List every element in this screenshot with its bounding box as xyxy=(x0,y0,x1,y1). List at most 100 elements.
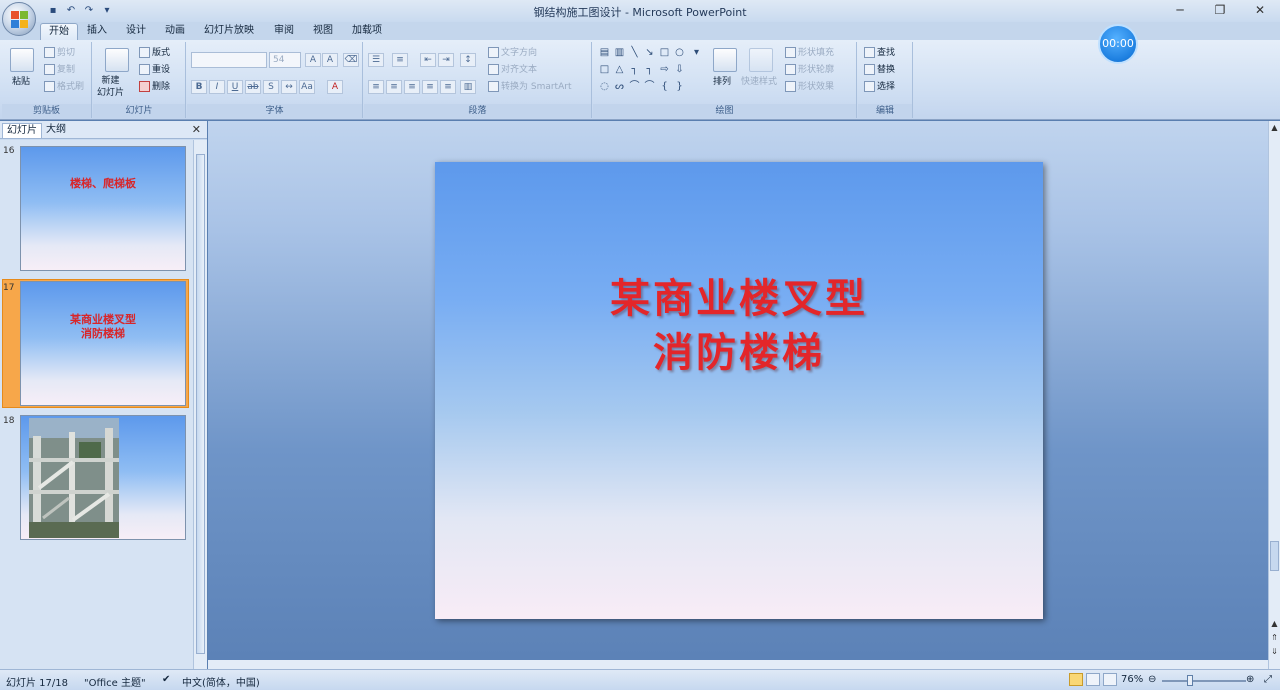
tab-design[interactable]: 设计 xyxy=(118,23,154,40)
slide-sorter-view-icon[interactable] xyxy=(1086,673,1100,686)
brace-left-shape-icon[interactable]: { xyxy=(659,82,670,92)
scroll-up-icon[interactable]: ▲ xyxy=(1270,619,1279,628)
zoom-in-icon[interactable]: ⊕ xyxy=(1246,674,1254,685)
scroll-up-icon[interactable]: ▲ xyxy=(1270,123,1279,132)
arc-shape-icon[interactable]: ⌒ xyxy=(644,82,655,92)
shape-effects-button[interactable]: 形状效果 xyxy=(785,80,834,94)
tab-outline[interactable]: 大纲 xyxy=(42,123,70,138)
textbox-shape-icon[interactable]: ▤ xyxy=(599,48,610,58)
elbow-shape-icon[interactable]: ┐ xyxy=(629,65,640,75)
format-painter-button[interactable]: 格式刷 xyxy=(44,80,84,94)
tab-slides[interactable]: 幻灯片 xyxy=(2,123,42,138)
replace-button[interactable]: 替换 xyxy=(864,63,895,77)
find-button[interactable]: 查找 xyxy=(864,46,895,60)
vertical-scroll-thumb[interactable] xyxy=(1270,541,1279,571)
tab-slideshow[interactable]: 幻灯片放映 xyxy=(196,23,262,40)
rectangle-shape-icon[interactable]: □ xyxy=(659,48,670,58)
zoom-out-icon[interactable]: ⊖ xyxy=(1148,674,1156,685)
grow-font-icon[interactable]: A xyxy=(305,53,321,67)
shape-outline-button[interactable]: 形状轮廓 xyxy=(785,63,834,77)
language-status[interactable]: 中文(简体，中国) xyxy=(182,674,260,689)
bullets-icon[interactable]: ☰ xyxy=(368,53,384,67)
cut-button[interactable]: 剪切 xyxy=(44,46,75,60)
panel-scroll-thumb[interactable] xyxy=(196,154,205,654)
panel-scrollbar[interactable] xyxy=(193,140,207,669)
bold-icon[interactable]: B xyxy=(191,80,207,94)
minimize-button[interactable]: ─ xyxy=(1160,0,1200,20)
arrow-line-shape-icon[interactable]: ↘ xyxy=(644,48,655,58)
slide-thumbnail-16[interactable]: 楼梯、爬梯板 xyxy=(20,146,186,271)
rounded-shape-icon[interactable]: ◌ xyxy=(599,82,610,92)
fit-to-window-icon[interactable]: ⤢ xyxy=(1264,674,1272,685)
clear-format-icon[interactable]: ⌫ xyxy=(343,53,359,67)
zoom-slider-knob[interactable] xyxy=(1187,675,1193,686)
change-case-icon[interactable]: Aa xyxy=(299,80,315,94)
paste-icon[interactable] xyxy=(10,48,34,72)
tab-home[interactable]: 开始 xyxy=(40,23,78,40)
oval-shape-icon[interactable]: ○ xyxy=(674,48,685,58)
layout-button[interactable]: 版式 xyxy=(139,46,170,60)
tab-view[interactable]: 视图 xyxy=(305,23,341,40)
brace-right-shape-icon[interactable]: } xyxy=(674,82,685,92)
triangle-shape-icon[interactable]: △ xyxy=(614,65,625,75)
smartart-button[interactable]: 转换为 SmartArt xyxy=(488,80,571,94)
vertical-scrollbar[interactable]: ▲ ▲ ⇑ ⇓ xyxy=(1268,121,1280,669)
shape-fill-button[interactable]: 形状填充 xyxy=(785,46,834,60)
vertical-textbox-shape-icon[interactable]: ▥ xyxy=(614,48,625,58)
char-spacing-icon[interactable]: ↔ xyxy=(281,80,297,94)
quick-styles-button[interactable]: 快速样式 xyxy=(741,75,777,89)
text-direction-button[interactable]: 文字方向 xyxy=(488,46,537,60)
normal-view-icon[interactable] xyxy=(1069,673,1083,686)
curve-shape-icon[interactable]: ⌒ xyxy=(629,82,640,92)
align-text-button[interactable]: 对齐文本 xyxy=(488,63,537,77)
slide-title[interactable]: 某商业楼叉型 消防楼梯 xyxy=(435,272,1043,380)
shadow-icon[interactable]: S xyxy=(263,80,279,94)
align-center-icon[interactable]: ≡ xyxy=(386,80,402,94)
align-left-icon[interactable]: ≡ xyxy=(368,80,384,94)
slide-thumbnail-18[interactable] xyxy=(20,415,186,540)
prev-slide-icon[interactable]: ⇑ xyxy=(1270,633,1279,642)
shrink-font-icon[interactable]: A xyxy=(322,53,338,67)
close-button[interactable]: ✕ xyxy=(1240,0,1280,20)
restore-button[interactable]: ❐ xyxy=(1200,0,1240,20)
spellcheck-icon[interactable]: ✔ xyxy=(162,674,170,685)
paste-button[interactable]: 粘贴 xyxy=(12,75,30,89)
line-shape-icon[interactable]: ╲ xyxy=(629,48,640,58)
increase-indent-icon[interactable]: ⇥ xyxy=(438,53,454,67)
quick-styles-icon[interactable] xyxy=(749,48,773,72)
align-right-icon[interactable]: ≡ xyxy=(404,80,420,94)
font-size-select[interactable]: 54 xyxy=(269,52,301,68)
strikethrough-icon[interactable]: ab xyxy=(245,80,261,94)
zoom-level[interactable]: 76% xyxy=(1121,674,1143,685)
down-arrow-shape-icon[interactable]: ⇩ xyxy=(674,65,685,75)
slide-thumbnail-17[interactable]: 某商业楼叉型 消防楼梯 xyxy=(20,281,186,406)
copy-button[interactable]: 复制 xyxy=(44,63,75,77)
tab-animations[interactable]: 动画 xyxy=(157,23,193,40)
distributed-icon[interactable]: ≡ xyxy=(440,80,456,94)
columns-icon[interactable]: ▥ xyxy=(460,80,476,94)
underline-icon[interactable]: U xyxy=(227,80,243,94)
current-slide[interactable]: 某商业楼叉型 消防楼梯 xyxy=(435,162,1043,619)
select-button[interactable]: 选择 xyxy=(864,80,895,94)
next-slide-icon[interactable]: ⇓ xyxy=(1270,647,1279,656)
tab-addins[interactable]: 加载项 xyxy=(344,23,390,40)
line-spacing-icon[interactable]: ↕ xyxy=(460,53,476,67)
font-family-select[interactable] xyxy=(191,52,267,68)
decrease-indent-icon[interactable]: ⇤ xyxy=(420,53,436,67)
new-slide-icon[interactable] xyxy=(105,48,129,72)
close-panel-icon[interactable]: ✕ xyxy=(192,123,201,136)
freeform-shape-icon[interactable]: ᔕ xyxy=(614,82,625,92)
rect2-shape-icon[interactable]: □ xyxy=(599,65,610,75)
slideshow-view-icon[interactable] xyxy=(1103,673,1117,686)
delete-slide-button[interactable]: 删除 xyxy=(139,80,170,94)
tab-insert[interactable]: 插入 xyxy=(79,23,115,40)
arrange-button[interactable]: 排列 xyxy=(713,75,731,89)
new-slide-button[interactable]: 新建 幻灯片 xyxy=(97,75,124,99)
zoom-slider[interactable] xyxy=(1162,680,1246,682)
italic-icon[interactable]: I xyxy=(209,80,225,94)
justify-icon[interactable]: ≡ xyxy=(422,80,438,94)
arrange-icon[interactable] xyxy=(713,48,737,72)
numbering-icon[interactable]: ≡ xyxy=(392,53,408,67)
font-color-icon[interactable]: A xyxy=(327,80,343,94)
reset-button[interactable]: 重设 xyxy=(139,63,170,77)
